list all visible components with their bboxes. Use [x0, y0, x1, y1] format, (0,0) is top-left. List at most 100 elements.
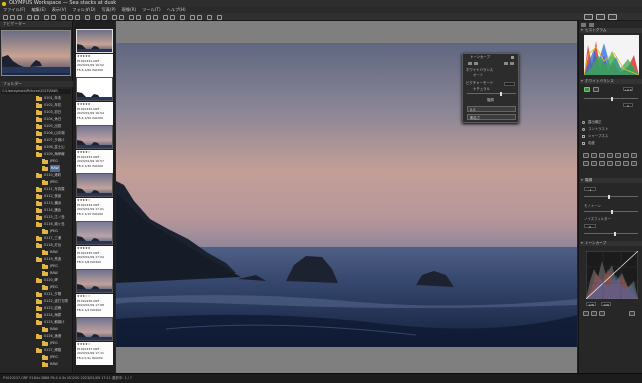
contrast-icon[interactable]	[582, 128, 585, 131]
tonecurve-section-header[interactable]: トーンカーブ	[580, 241, 642, 246]
folder-item[interactable]: 0127_帰路	[0, 347, 73, 354]
eyedropper-icon[interactable]	[153, 14, 158, 20]
star-icon[interactable]	[61, 14, 66, 20]
float-slider[interactable]	[467, 91, 516, 96]
curve-input-value[interactable]: 128	[586, 302, 596, 307]
folder-item[interactable]: JPEG	[0, 158, 73, 165]
protect-icon[interactable]	[75, 14, 80, 20]
wb-preset-button[interactable]	[593, 87, 599, 92]
folder-item[interactable]: 0121_夕陽	[0, 291, 73, 298]
panel-menu-icon[interactable]	[581, 23, 586, 27]
path-field[interactable]: C:\Users\photo\Pictures\2023\RAW\	[1, 89, 71, 94]
share-icon[interactable]	[207, 14, 212, 20]
mono-knob[interactable]	[611, 209, 613, 214]
zoom-100-icon[interactable]	[119, 14, 124, 20]
delete-icon[interactable]	[85, 14, 90, 20]
folder-item[interactable]: 0108_富士山	[0, 144, 73, 151]
film-thumbnail[interactable]	[76, 173, 113, 197]
tint-slider[interactable]	[584, 96, 638, 101]
exposure-value[interactable]: +0.3	[623, 87, 633, 92]
mono-slider[interactable]	[584, 209, 638, 214]
tone-curve-chart[interactable]	[586, 251, 638, 299]
fullscreen-button[interactable]	[608, 14, 617, 20]
folder-item[interactable]: 0126_漁港	[0, 333, 73, 340]
histogram-section-header[interactable]: ヒストグラム	[580, 28, 642, 33]
folder-item[interactable]: RAW	[0, 326, 73, 333]
float-value-2-box[interactable]	[504, 82, 515, 86]
curve-output-value[interactable]: 128	[601, 302, 611, 307]
tool-btn-4[interactable]	[607, 153, 613, 158]
folder-item[interactable]: RAW	[0, 165, 73, 172]
folder-item[interactable]: 0101_年末	[0, 95, 73, 102]
saturation-icon[interactable]	[582, 142, 585, 145]
redo-icon[interactable]	[34, 14, 39, 20]
tool-btn-14[interactable]	[631, 161, 637, 166]
noise-slider[interactable]	[584, 231, 638, 236]
open-folder-icon[interactable]	[3, 14, 8, 20]
folder-item[interactable]: 0105_出勤	[0, 123, 73, 130]
save-icon[interactable]	[10, 14, 15, 20]
contrast-slider[interactable]	[584, 194, 638, 199]
panel-pin-icon[interactable]	[589, 23, 594, 27]
film-thumbnail[interactable]	[76, 221, 113, 245]
folder-item[interactable]: 0111_写真展	[0, 186, 73, 193]
folder-item[interactable]: 0109_海岸線	[0, 151, 73, 158]
contrast-knob[interactable]	[608, 194, 610, 199]
tool-btn-3[interactable]	[599, 153, 605, 158]
zoom-fit-icon[interactable]	[112, 14, 117, 20]
float-input-2[interactable]: 明るさ	[467, 114, 516, 120]
folder-item[interactable]: JPEG	[0, 354, 73, 361]
layout-switch-button[interactable]	[584, 14, 593, 20]
tool-btn-2[interactable]	[591, 153, 597, 158]
rotate-left-icon[interactable]	[44, 14, 49, 20]
sharpness-icon[interactable]	[582, 135, 585, 138]
curve-green-button[interactable]	[599, 311, 605, 316]
folder-item[interactable]: 0102_年初	[0, 102, 73, 109]
folder-item[interactable]: 0104_休日	[0, 116, 73, 123]
tool-btn-11[interactable]	[607, 161, 613, 166]
tint-value[interactable]: 0	[623, 103, 633, 108]
folder-item[interactable]: RAW	[0, 270, 73, 277]
float-tool-icon-a[interactable]	[468, 62, 472, 65]
compare-icon[interactable]	[95, 14, 100, 20]
tool-btn-7[interactable]	[631, 153, 637, 158]
folder-item[interactable]: 0113_横浜	[0, 200, 73, 207]
folder-item[interactable]: RAW	[0, 361, 73, 368]
float-tool-icon-b[interactable]	[474, 62, 478, 65]
wb-section-header[interactable]: ホワイトバランス	[580, 79, 642, 84]
folder-item[interactable]: 0114_鎌倉	[0, 207, 73, 214]
print-icon[interactable]	[17, 14, 22, 20]
folder-item[interactable]: JPEG	[0, 263, 73, 270]
float-tool-icon-c[interactable]	[504, 62, 508, 65]
navigator-thumbnail[interactable]	[1, 30, 71, 76]
gradation-section-header[interactable]: 階調	[580, 178, 642, 183]
batch-process-icon[interactable]	[190, 14, 195, 20]
folder-item[interactable]: JPEG	[0, 179, 73, 186]
tool-btn-10[interactable]	[599, 161, 605, 166]
level-icon[interactable]	[136, 14, 141, 20]
hand-tool-icon[interactable]	[146, 14, 151, 20]
navigator-header[interactable]: ナビゲーター	[0, 21, 72, 27]
settings-icon[interactable]	[217, 14, 222, 20]
folder-item[interactable]: 0115_江ノ島	[0, 214, 73, 221]
crop-icon[interactable]	[129, 14, 134, 20]
tool-btn-9[interactable]	[591, 161, 597, 166]
folder-item[interactable]: 0107_夕焼け	[0, 137, 73, 144]
film-thumbnail[interactable]	[76, 317, 113, 341]
folders-header[interactable]: フォルダー	[0, 81, 73, 87]
folder-item[interactable]: 0103_初日	[0, 109, 73, 116]
film-thumbnail[interactable]	[76, 77, 113, 101]
panel-toggle-button[interactable]	[596, 14, 605, 20]
curve-red-button[interactable]	[591, 311, 597, 316]
tool-btn-1[interactable]	[583, 153, 589, 158]
curve-reset-button[interactable]	[629, 311, 635, 316]
folder-item[interactable]: 0122_波打ち際	[0, 298, 73, 305]
tool-btn-13[interactable]	[623, 161, 629, 166]
tint-knob[interactable]	[611, 96, 613, 101]
folder-item[interactable]: 0119_荒波	[0, 256, 73, 263]
folder-item[interactable]: 0124_海霧	[0, 312, 73, 319]
histogram-toggle-icon[interactable]	[163, 14, 168, 20]
contrast-value[interactable]: -1	[584, 187, 596, 192]
export-icon[interactable]	[197, 14, 202, 20]
label-icon[interactable]	[68, 14, 73, 20]
